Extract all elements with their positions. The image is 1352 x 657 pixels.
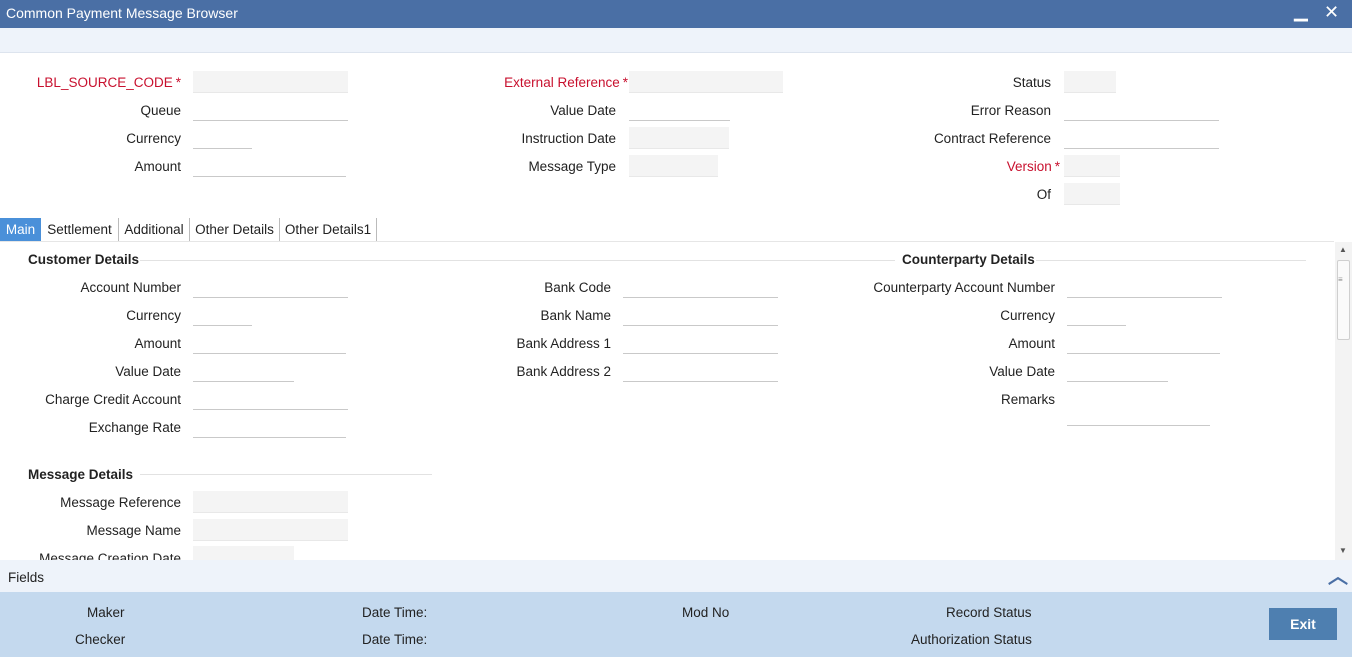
queue-field[interactable] [193, 99, 348, 121]
counterparty-value-date-label: Value Date [989, 364, 1055, 379]
counterparty-value-date-field[interactable] [1067, 360, 1168, 382]
of-field[interactable] [1064, 183, 1120, 205]
exit-button[interactable]: Exit [1269, 608, 1337, 640]
currency-label: Currency [126, 131, 181, 146]
bank-address-2-field[interactable] [623, 360, 778, 382]
instruction-date-label: Instruction Date [521, 131, 616, 146]
tab-other-details[interactable]: Other Details [190, 218, 280, 242]
charge-credit-account-field[interactable] [193, 388, 348, 410]
maker-label: Maker [87, 605, 125, 620]
amount-field[interactable] [193, 155, 346, 177]
external-reference-field[interactable] [629, 71, 783, 93]
message-reference-label: Message Reference [60, 495, 181, 510]
tab-bar: Main Settlement Additional Other Details… [0, 218, 1352, 242]
source-code-label: LBL_SOURCE_CODE * [36, 75, 181, 90]
message-creation-date-row-clip: Message Creation Date [0, 545, 400, 560]
window-titlebar: Common Payment Message Browser ▁ ✕ [0, 0, 1352, 28]
bank-code-field[interactable] [623, 276, 778, 298]
counterparty-details-title: Counterparty Details [902, 252, 1035, 267]
exchange-rate-label: Exchange Rate [88, 420, 181, 435]
of-label: Of [1036, 187, 1051, 202]
status-label: Status [1012, 75, 1051, 90]
error-reason-field[interactable] [1064, 99, 1219, 121]
counterparty-amount-field[interactable] [1067, 332, 1220, 354]
mod-no-label: Mod No [682, 605, 730, 620]
bank-address-1-field[interactable] [623, 332, 778, 354]
instruction-date-field[interactable] [629, 127, 729, 149]
fields-label[interactable]: Fields [8, 570, 44, 585]
exchange-rate-field[interactable] [193, 416, 346, 438]
message-reference-field[interactable] [193, 491, 348, 513]
version-field[interactable] [1064, 155, 1120, 177]
fields-bar: Fields ︿ [0, 560, 1352, 592]
message-type-field[interactable] [629, 155, 718, 177]
bank-code-label: Bank Code [544, 280, 611, 295]
authorization-status-label: Authorization Status [911, 632, 1032, 647]
message-type-label: Message Type [528, 159, 616, 174]
customer-value-date-label: Value Date [115, 364, 181, 379]
bank-address-1-label: Bank Address 1 [516, 336, 611, 351]
scroll-down-icon[interactable]: ▼ [1339, 546, 1347, 555]
version-label: Version * [1006, 159, 1060, 174]
status-field[interactable] [1064, 71, 1116, 93]
counterparty-account-number-field[interactable] [1067, 276, 1222, 298]
bank-name-label: Bank Name [540, 308, 611, 323]
amount-label: Amount [134, 159, 181, 174]
customer-currency-field[interactable] [193, 304, 252, 326]
charge-credit-account-label: Charge Credit Account [45, 392, 181, 407]
message-name-label: Message Name [86, 523, 181, 538]
tab-other-details1[interactable]: Other Details1 [280, 218, 377, 242]
customer-details-divider [140, 260, 875, 261]
minimize-icon[interactable]: ▁ [1294, 1, 1308, 22]
contract-reference-field[interactable] [1064, 127, 1219, 149]
counterparty-currency-field[interactable] [1067, 304, 1126, 326]
counterparty-amount-label: Amount [1008, 336, 1055, 351]
customer-account-number-label: Account Number [80, 280, 181, 295]
counterparty-account-number-label: Counterparty Account Number [873, 280, 1055, 295]
customer-details-title: Customer Details [28, 252, 140, 267]
customer-amount-label: Amount [134, 336, 181, 351]
customer-account-number-field[interactable] [193, 276, 348, 298]
external-reference-label: External Reference * [504, 75, 628, 90]
counterparty-details-divider-left [875, 260, 895, 261]
checker-date-time-label: Date Time: [362, 632, 428, 647]
message-details-divider [140, 474, 432, 475]
scroll-thumb[interactable] [1337, 260, 1350, 340]
record-status-label: Record Status [946, 605, 1032, 620]
maker-date-time-label: Date Time: [362, 605, 428, 620]
checker-label: Checker [75, 632, 126, 647]
content-scrollbar[interactable]: ▲ ≡ ▼ [1335, 242, 1352, 560]
customer-amount-field[interactable] [193, 332, 346, 354]
close-icon[interactable]: ✕ [1324, 2, 1339, 23]
tab-main[interactable]: Main [0, 218, 41, 242]
message-name-field[interactable] [193, 519, 348, 541]
contract-reference-label: Contract Reference [933, 131, 1051, 146]
scroll-up-icon[interactable]: ▲ [1339, 245, 1347, 254]
remarks-label: Remarks [1000, 392, 1055, 407]
bank-name-field[interactable] [623, 304, 778, 326]
message-details-title: Message Details [28, 467, 134, 482]
bank-address-2-label: Bank Address 2 [516, 364, 611, 379]
customer-value-date-field[interactable] [193, 360, 294, 382]
tab-additional[interactable]: Additional [119, 218, 190, 242]
source-code-field[interactable] [193, 71, 348, 93]
value-date-field[interactable] [629, 99, 730, 121]
scroll-grip-icon: ≡ [1338, 275, 1343, 284]
counterparty-currency-label: Currency [1000, 308, 1055, 323]
message-creation-date-field[interactable] [193, 546, 294, 560]
message-creation-date-label: Message Creation Date [39, 551, 181, 560]
currency-field[interactable] [193, 127, 252, 149]
tab-divider [0, 241, 1334, 242]
customer-currency-label: Currency [126, 308, 181, 323]
value-date-label: Value Date [550, 103, 616, 118]
window-title: Common Payment Message Browser [6, 5, 238, 21]
tab-settlement[interactable]: Settlement [41, 218, 119, 242]
error-reason-label: Error Reason [970, 103, 1051, 118]
queue-label: Queue [140, 103, 181, 118]
toolbar-strip [0, 28, 1352, 53]
remarks-field[interactable] [1067, 388, 1210, 426]
counterparty-details-divider [1036, 260, 1306, 261]
chevron-up-icon[interactable]: ︿ [1328, 560, 1348, 589]
audit-footer: Maker Checker Date Time: Date Time: Mod … [0, 592, 1352, 657]
